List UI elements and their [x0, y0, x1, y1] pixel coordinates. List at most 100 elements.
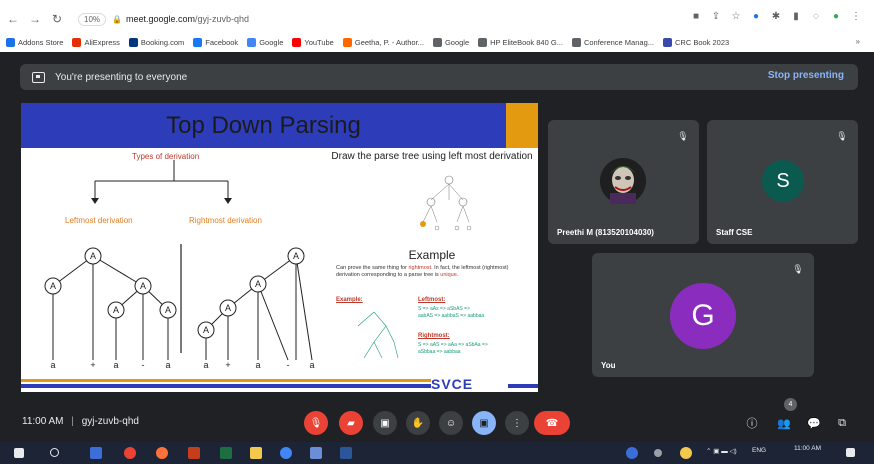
bookmark-icon	[432, 37, 442, 47]
participant-tile-you[interactable]: 🎙 G You	[592, 253, 814, 377]
tree-leaf: a	[113, 360, 118, 370]
bookmark-item[interactable]: Google	[247, 37, 283, 47]
bookmark-label: Conference Manag...	[583, 37, 654, 47]
present-now-button[interactable]: ▣	[472, 411, 496, 435]
example-label: Example:	[336, 297, 363, 303]
rightmost-derivation-label: Rightmost derivation	[189, 216, 262, 225]
share-icon[interactable]: ⇪	[710, 10, 722, 22]
tray-app-icon[interactable]	[626, 447, 638, 459]
example-heading: Example	[408, 248, 456, 262]
tray-icons[interactable]: ⌃ ▣ ▬ ◁)	[706, 447, 737, 455]
people-count-badge: 4	[784, 398, 797, 411]
app-icon[interactable]	[310, 447, 322, 459]
mic-toggle-button[interactable]: 🎙	[304, 411, 328, 435]
mic-off-icon: 🎙	[792, 263, 804, 274]
taskbar-clock[interactable]: 11:00 AM	[794, 445, 821, 452]
forward-icon[interactable]: →	[26, 10, 44, 28]
browser-nav-row: ← → ↻ 10% 🔒 meet.google.com /gyj-zuvb-qh…	[0, 8, 874, 30]
zoom-indicator[interactable]: 10%	[78, 12, 107, 26]
bookmark-item[interactable]: AliExpress	[72, 37, 120, 47]
tree-leaf: -	[287, 360, 290, 370]
meeting-info: 11:00 AM | gyj-zuvb-qhd	[22, 416, 139, 427]
leftmost-small-label: Leftmost:	[418, 297, 446, 303]
bookmark-label: HP EliteBook 840 G...	[490, 37, 563, 47]
address-bar[interactable]: 10% 🔒 meet.google.com /gyj-zuvb-qhd	[78, 8, 673, 30]
participant-tile-staff[interactable]: 🎙 S Staff CSE	[707, 120, 858, 244]
leave-call-button[interactable]: ☎	[534, 411, 570, 435]
bookmark-icon	[663, 37, 672, 47]
bookmarks-more-icon[interactable]: »	[856, 37, 860, 46]
svg-text:A: A	[225, 303, 231, 313]
camera-icon[interactable]: ■	[690, 10, 702, 22]
profile-icon[interactable]: ◌	[810, 10, 822, 22]
star-icon[interactable]: ☆	[730, 10, 742, 22]
sidebar-icon[interactable]: ▮	[790, 10, 802, 22]
extension-shield-icon[interactable]: ●	[750, 10, 762, 22]
task-view-icon[interactable]	[90, 447, 102, 459]
bookmark-item[interactable]: Geetha, P. - Author...	[342, 37, 424, 47]
powerpoint-icon[interactable]	[188, 447, 200, 459]
security-icon[interactable]: ●	[830, 10, 842, 22]
svg-text:A: A	[293, 251, 299, 261]
avatar	[600, 158, 646, 204]
joker-avatar-image	[600, 158, 646, 204]
people-icon[interactable]: 👥	[776, 415, 792, 431]
firefox-icon[interactable]	[156, 447, 168, 459]
file-explorer-icon[interactable]	[250, 447, 262, 459]
captions-button[interactable]: ▣	[373, 411, 397, 435]
camera-toggle-button[interactable]: ▰	[339, 411, 363, 435]
puzzle-icon[interactable]: ✱	[770, 10, 782, 22]
mic-off-icon: 🎙	[836, 130, 848, 141]
svg-text:A: A	[90, 251, 96, 261]
more-options-button[interactable]: ⋮	[505, 411, 529, 435]
extension-icons: ■ ⇪ ☆ ● ✱ ▮ ◌ ● ⋮	[690, 10, 862, 22]
meeting-details-icon[interactable]: ⓘ	[744, 415, 760, 431]
raise-hand-button[interactable]: ✋	[406, 411, 430, 435]
reload-icon[interactable]: ↻	[48, 10, 66, 28]
menu-icon[interactable]: ⋮	[850, 10, 862, 22]
emoji-button[interactable]: ☺	[439, 411, 463, 435]
search-icon[interactable]	[50, 448, 59, 457]
weather-icon[interactable]	[680, 447, 692, 459]
tray-people-icon[interactable]	[654, 449, 662, 457]
tree-node: A	[159, 301, 177, 319]
activities-icon[interactable]: ⧉	[834, 415, 850, 431]
leftmost-line-2: aabAS => aabbaS => aabbaa	[418, 313, 485, 319]
bookmark-label: Booking.com	[140, 37, 185, 47]
participant-tile-preethi[interactable]: 🎙 Preethi M (813520104030)	[548, 120, 699, 244]
back-icon[interactable]: ←	[4, 10, 22, 28]
bookmark-item[interactable]: HP EliteBook 840 G...	[478, 37, 563, 47]
rightmost-parse-tree: A A A Aa + a - a	[197, 247, 315, 370]
bookmark-icon	[247, 37, 257, 47]
chrome-active-icon[interactable]	[280, 447, 292, 459]
bookmark-item[interactable]: Addons Store	[6, 37, 63, 47]
bookmark-item[interactable]: Conference Manag...	[571, 37, 654, 47]
language-indicator[interactable]: ENG	[752, 447, 766, 454]
bookmark-item[interactable]: Facebook	[193, 37, 238, 47]
avatar: G	[670, 283, 736, 349]
bookmark-label: CRC Book 2023	[675, 37, 730, 47]
bookmark-item[interactable]: YouTube	[292, 37, 334, 47]
avatar: S	[762, 160, 804, 202]
tree-edge	[295, 255, 313, 361]
chat-icon[interactable]: 💬	[806, 415, 822, 431]
stop-presenting-button[interactable]: Stop presenting	[768, 70, 844, 81]
bookmark-item[interactable]: Booking.com	[128, 37, 185, 47]
chrome-icon[interactable]	[124, 447, 136, 459]
footer-stripe-blue	[21, 384, 431, 388]
meeting-code: gyj-zuvb-qhd	[81, 416, 139, 427]
excel-icon[interactable]	[220, 447, 232, 459]
tree-leaf: a	[309, 360, 314, 370]
word-icon[interactable]	[340, 447, 352, 459]
slide-footer: SVCE	[21, 376, 538, 392]
bookmark-icon	[128, 37, 138, 47]
bookmark-item[interactable]: Google	[432, 37, 469, 47]
mini-parse-tree	[420, 175, 472, 231]
parse-tree-instruction: Draw the parse tree using left most deri…	[331, 151, 533, 162]
notification-icon[interactable]	[846, 448, 855, 457]
lock-icon[interactable]: 🔒	[112, 15, 122, 24]
svce-logo: SVCE	[431, 376, 474, 392]
bookmark-item[interactable]: CRC Book 2023	[663, 37, 730, 47]
windows-start-icon[interactable]	[14, 448, 24, 458]
meeting-separator: |	[71, 416, 74, 427]
